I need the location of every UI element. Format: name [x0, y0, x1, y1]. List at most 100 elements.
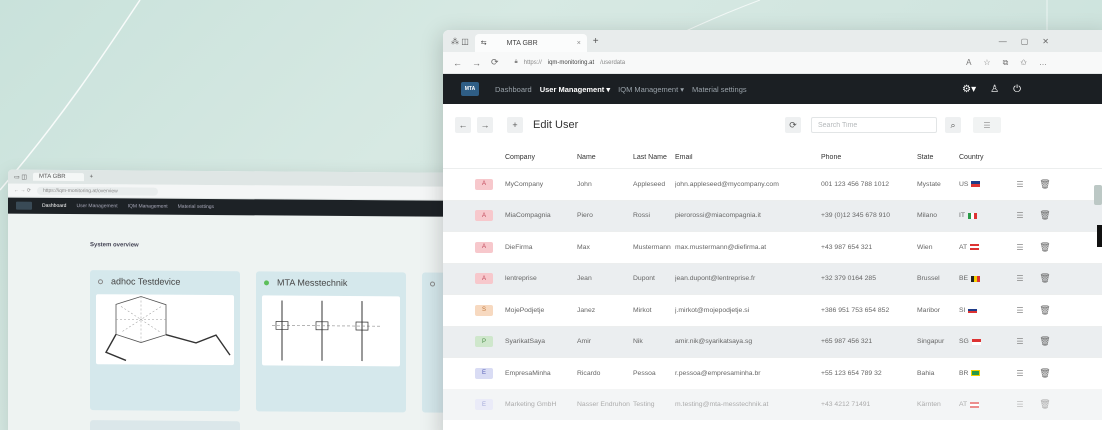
- delete-trash-icon[interactable]: 🗑︎: [1035, 242, 1055, 253]
- cell-company: EmpresaMinha: [505, 369, 551, 377]
- details-list-icon[interactable]: ☰: [1005, 337, 1035, 346]
- device-card-partial[interactable]: [90, 420, 240, 430]
- details-list-icon[interactable]: ☰: [1005, 243, 1035, 252]
- table-row[interactable]: A MiaCompagnia Piero Rossi pierorossi@mi…: [443, 199, 1102, 231]
- maximize-icon[interactable]: ▢: [1021, 37, 1029, 46]
- delete-trash-icon[interactable]: 🗑︎: [1035, 399, 1055, 410]
- table-row[interactable]: A DieFirma Max Mustermann max.mustermann…: [443, 231, 1102, 263]
- window-menu-icon[interactable]: ⁂ ◫: [451, 37, 469, 46]
- details-list-icon[interactable]: ☰: [1005, 211, 1035, 220]
- status-dot: [98, 278, 103, 284]
- new-tab-icon[interactable]: +: [593, 36, 599, 47]
- cell-country: SI: [959, 307, 1005, 314]
- details-list-icon[interactable]: ☰: [1005, 400, 1035, 409]
- col-name[interactable]: Name: [577, 154, 633, 161]
- cell-name: Nasser Endruhon: [577, 401, 630, 409]
- nav-user-management[interactable]: User Management ▾: [540, 85, 610, 94]
- table-row[interactable]: S MojePodjetje Janez Mirkot j.mirkot@moj…: [443, 294, 1102, 326]
- role-badge: A: [475, 210, 493, 222]
- logout-icon[interactable]: ⏻: [1013, 84, 1021, 95]
- col-last-name[interactable]: Last Name: [633, 154, 675, 161]
- table-header: Company Name Last Name Email Phone State…: [443, 146, 1102, 168]
- cell-email: amir.nik@syarikatsaya.sg: [675, 338, 753, 346]
- table-row[interactable]: E Marketing GmbH Nasser Endruhon Testing…: [443, 388, 1102, 420]
- search-icon[interactable]: ⌕: [945, 117, 961, 133]
- nav-material-settings[interactable]: Material settings: [692, 85, 747, 94]
- back-arrow-icon[interactable]: ←: [453, 58, 462, 68]
- col-company[interactable]: Company: [505, 154, 577, 161]
- forward-button[interactable]: →: [477, 117, 493, 133]
- cell-company: MiaCompagnia: [505, 212, 551, 220]
- cell-name: Amir: [577, 338, 591, 346]
- country-code: AT: [959, 401, 968, 409]
- details-list-icon[interactable]: ☰: [1005, 180, 1035, 189]
- delete-trash-icon[interactable]: 🗑︎: [1035, 179, 1055, 190]
- details-list-icon[interactable]: ☰: [1005, 274, 1035, 283]
- details-list-icon[interactable]: ☰: [1005, 306, 1035, 315]
- delete-trash-icon[interactable]: 🗑︎: [1035, 336, 1055, 347]
- app-logo[interactable]: MTA: [461, 82, 479, 96]
- back-nav-iqm-management[interactable]: IQM Management: [128, 203, 168, 209]
- cell-phone: +39 (0)12 345 678 910: [821, 212, 890, 220]
- delete-trash-icon[interactable]: 🗑︎: [1035, 210, 1055, 221]
- table-row[interactable]: A lentreprise Jean Dupont jean.dupont@le…: [443, 262, 1102, 294]
- back-nav-material-settings[interactable]: Material settings: [178, 204, 214, 210]
- back-logo: [16, 201, 32, 210]
- at-flag-icon: [970, 244, 980, 251]
- user-icon[interactable]: ♙: [990, 84, 999, 95]
- col-email[interactable]: Email: [675, 154, 821, 161]
- back-window-ctrl-icon[interactable]: ▭ ◫: [14, 173, 27, 180]
- tab-close-icon[interactable]: ×: [577, 40, 581, 47]
- url-field[interactable]: 🔒︎ https:// iqm-monitoring.at/userdata: [515, 59, 626, 66]
- extensions-icon[interactable]: ⧉: [1003, 58, 1009, 68]
- be-flag-icon: [971, 275, 981, 282]
- search-input[interactable]: [811, 117, 937, 133]
- read-mode-icon[interactable]: A: [966, 58, 971, 68]
- delete-trash-icon[interactable]: 🗑︎: [1035, 273, 1055, 284]
- bookmark-star-icon[interactable]: ☆: [983, 58, 990, 68]
- country-code: IT: [959, 212, 966, 220]
- back-nav-dashboard[interactable]: Dashboard: [42, 203, 66, 209]
- reload-icon[interactable]: ⟳: [491, 57, 499, 68]
- role-badge: A: [475, 273, 493, 285]
- delete-trash-icon[interactable]: 🗑︎: [1035, 368, 1055, 379]
- browser-tab[interactable]: ⇆ MTA GBR ×: [474, 34, 587, 52]
- table-row[interactable]: E EmpresaMinha Ricardo Pessoa r.pessoa@e…: [443, 357, 1102, 389]
- settings-gear-icon[interactable]: ⚙▾: [962, 84, 976, 95]
- filter-button[interactable]: ☰: [973, 117, 1001, 133]
- cell-phone: +43 987 654 321: [821, 243, 873, 251]
- refresh-button[interactable]: ⟳: [785, 117, 801, 133]
- cell-phone: +32 379 0164 285: [821, 275, 876, 283]
- cell-last-name: Pessoa: [633, 369, 656, 377]
- table-row[interactable]: P SyarikatSaya Amir Nik amir.nik@syarika…: [443, 325, 1102, 357]
- device-card[interactable]: MTA Messtechnik: [256, 271, 406, 413]
- back-new-tab-icon[interactable]: +: [90, 174, 94, 180]
- back-url[interactable]: https://iqm-monitoring.at/overview: [36, 186, 158, 196]
- back-nav-user-management[interactable]: User Management: [76, 203, 117, 209]
- nav-iqm-management[interactable]: IQM Management ▾: [618, 85, 684, 94]
- col-country[interactable]: Country: [959, 154, 1005, 161]
- add-user-button[interactable]: +: [507, 117, 523, 133]
- back-tab[interactable]: MTA GBR: [33, 172, 84, 182]
- minimize-icon[interactable]: —: [999, 37, 1007, 46]
- scrollbar-thumb[interactable]: [1094, 185, 1102, 205]
- col-phone[interactable]: Phone: [821, 154, 917, 161]
- col-state[interactable]: State: [917, 154, 959, 161]
- table-row[interactable]: A MyCompany John Appleseed john.applesee…: [443, 168, 1102, 200]
- nav-dashboard[interactable]: Dashboard: [495, 85, 532, 94]
- cell-email: j.mirkot@mojepodjetje.si: [675, 306, 750, 314]
- forward-arrow-icon[interactable]: →: [472, 58, 481, 68]
- cell-state: Kärnten: [917, 401, 941, 409]
- favorites-icon[interactable]: ✩: [1020, 58, 1027, 68]
- cell-company: lentreprise: [505, 275, 537, 283]
- details-list-icon[interactable]: ☰: [1005, 369, 1035, 378]
- back-button[interactable]: ←: [455, 117, 471, 133]
- more-icon[interactable]: …: [1039, 58, 1047, 68]
- br-flag-icon: [971, 370, 981, 377]
- delete-trash-icon[interactable]: 🗑︎: [1035, 305, 1055, 316]
- country-code: BE: [959, 275, 969, 283]
- close-window-icon[interactable]: ✕: [1042, 37, 1049, 46]
- back-nav-arrows-icon[interactable]: ← → ⟳: [14, 187, 31, 193]
- cell-country: SG: [959, 338, 1005, 345]
- device-card[interactable]: adhoc Testdevice: [90, 270, 240, 412]
